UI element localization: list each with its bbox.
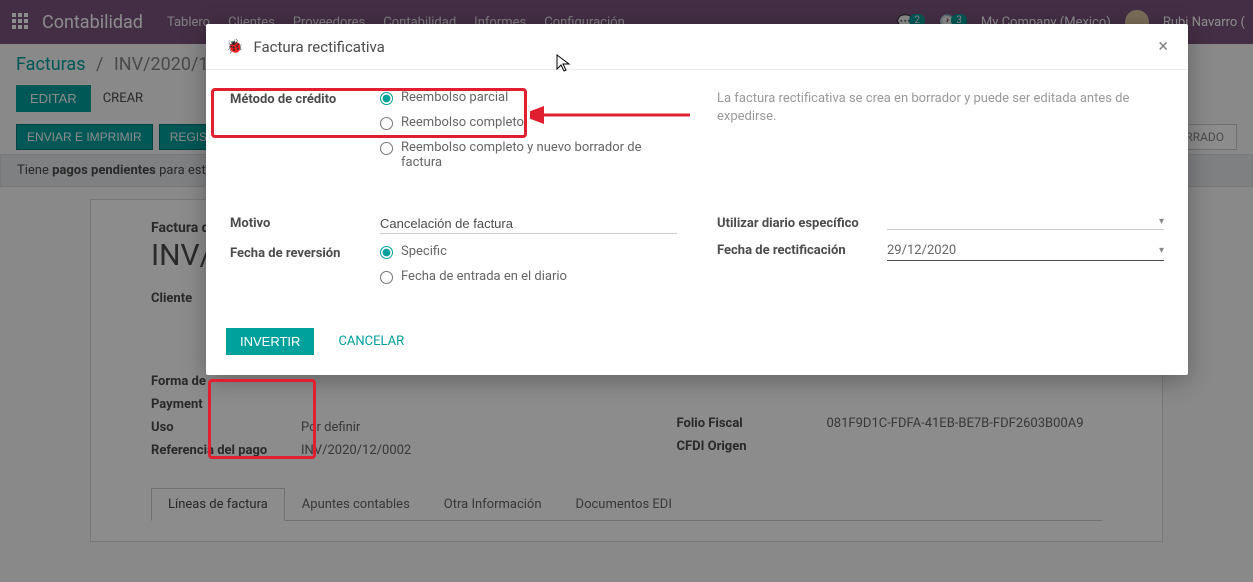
opt-journal-date-label: Fecha de entrada en el diario bbox=[401, 269, 567, 284]
lbl-diario: Utilizar diario específico bbox=[717, 214, 887, 231]
opt-specific[interactable]: Specific bbox=[380, 244, 677, 259]
modal-title: Factura rectificativa bbox=[253, 38, 384, 56]
opt-full[interactable]: Reembolso completo bbox=[380, 115, 677, 130]
val-fecha-rect: 29/12/2020 bbox=[887, 243, 956, 258]
cancel-button[interactable]: CANCELAR bbox=[338, 334, 404, 349]
radio-partial[interactable] bbox=[380, 92, 393, 105]
opt-full-label: Reembolso completo bbox=[401, 115, 524, 130]
modal-note: La factura rectificativa se crea en borr… bbox=[717, 90, 1164, 126]
opt-partial[interactable]: Reembolso parcial bbox=[380, 90, 677, 105]
opt-specific-label: Specific bbox=[401, 244, 447, 259]
modal-header: 🐞 Factura rectificativa × bbox=[206, 24, 1188, 70]
close-icon[interactable]: × bbox=[1158, 36, 1168, 57]
lbl-motivo: Motivo bbox=[230, 214, 380, 231]
chevron-down-icon: ▾ bbox=[1159, 216, 1164, 227]
opt-journal-date[interactable]: Fecha de entrada en el diario bbox=[380, 269, 677, 284]
select-diario[interactable]: ▾ bbox=[887, 214, 1164, 230]
radio-journal-date[interactable] bbox=[380, 271, 393, 284]
modal-footer: INVERTIR CANCELAR bbox=[206, 314, 1188, 375]
opt-full-draft-label: Reembolso completo y nuevo borrador de f… bbox=[401, 140, 661, 170]
opt-full-draft[interactable]: Reembolso completo y nuevo borrador de f… bbox=[380, 140, 677, 170]
bug-icon[interactable]: 🐞 bbox=[226, 39, 243, 55]
modal: 🐞 Factura rectificativa × Método de créd… bbox=[206, 24, 1188, 375]
lbl-fecha-rect: Fecha de rectificación bbox=[717, 241, 887, 258]
lbl-credit-method: Método de crédito bbox=[230, 90, 380, 107]
chevron-down-icon: ▾ bbox=[1159, 245, 1164, 256]
radio-full[interactable] bbox=[380, 117, 393, 130]
input-fecha-rect[interactable]: 29/12/2020 ▾ bbox=[887, 241, 1164, 261]
modal-body: Método de crédito Reembolso parcial Reem… bbox=[206, 70, 1188, 314]
opt-partial-label: Reembolso parcial bbox=[401, 90, 508, 105]
input-motivo[interactable] bbox=[380, 214, 677, 234]
radio-specific[interactable] bbox=[380, 246, 393, 259]
invert-button[interactable]: INVERTIR bbox=[226, 328, 314, 355]
lbl-fecha-rev: Fecha de reversión bbox=[230, 244, 380, 261]
radio-full-draft[interactable] bbox=[380, 142, 393, 155]
